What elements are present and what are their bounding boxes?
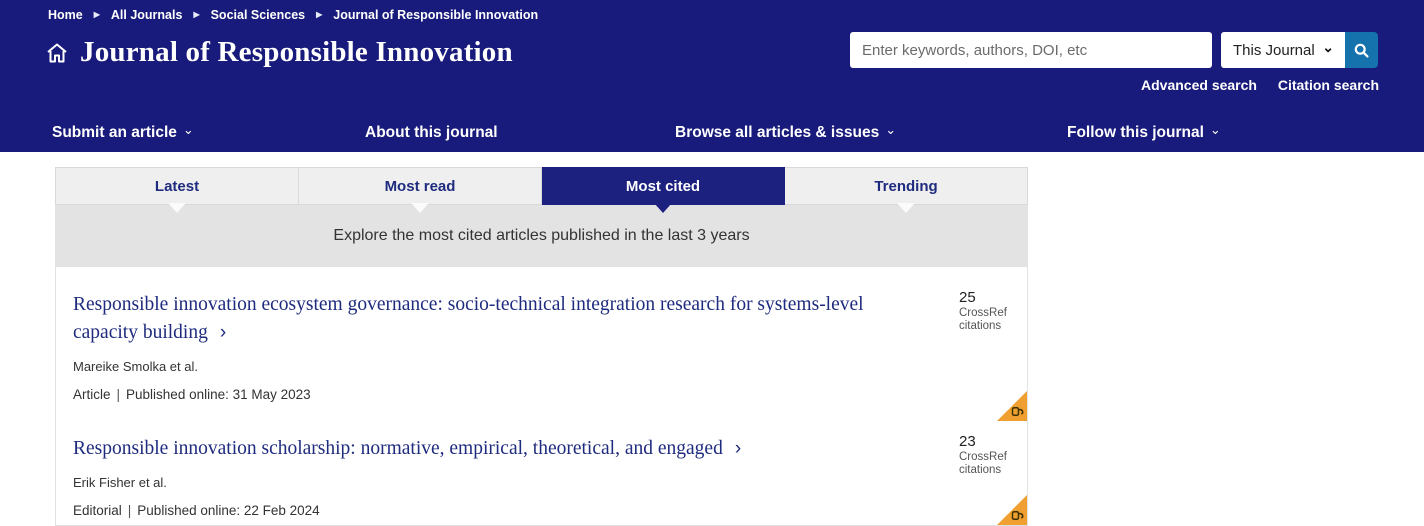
open-access-lock-icon	[1010, 404, 1025, 419]
article-published-date: Published online: 22 Feb 2024	[137, 503, 319, 518]
chevron-right-icon: ›	[220, 322, 226, 343]
article-row: Responsible innovation scholarship: norm…	[55, 421, 1028, 526]
tab-label: Most cited	[626, 178, 700, 195]
tab-label: Trending	[874, 178, 937, 195]
citation-search-link[interactable]: Citation search	[1278, 77, 1379, 93]
breadcrumb-current-page: Journal of Responsible Innovation	[333, 8, 538, 22]
nav-label: Follow this journal	[1067, 124, 1204, 142]
chevron-down-icon: ⌄	[885, 127, 896, 132]
search-button[interactable]	[1345, 32, 1378, 68]
search-links: Advanced search Citation search	[850, 77, 1379, 93]
article-type: Editorial	[73, 503, 122, 518]
article-authors: Erik Fisher et al.	[73, 475, 907, 490]
article-meta: Editorial | Published online: 22 Feb 2024	[73, 503, 907, 518]
chevron-down-icon: ⌄	[1210, 127, 1221, 132]
citations-source: CrossRef	[959, 451, 1015, 464]
journal-brand: Journal of Responsible Innovation	[45, 36, 513, 69]
article-title-link[interactable]: Responsible innovation ecosystem governa…	[73, 294, 864, 343]
header-main: Journal of Responsible Innovation This J…	[0, 24, 1424, 93]
article-title-link[interactable]: Responsible innovation scholarship: norm…	[73, 438, 741, 459]
home-icon[interactable]	[45, 41, 69, 65]
nav-browse-all-articles-issues[interactable]: Browse all articles & issues ⌄	[675, 114, 896, 152]
nav-label: About this journal	[365, 124, 498, 142]
nav-about-this-journal[interactable]: About this journal	[365, 114, 498, 152]
nav-label: Browse all articles & issues	[675, 124, 879, 142]
nav-label: Submit an article	[52, 124, 177, 142]
open-access-lock-icon	[1010, 508, 1025, 523]
citations-word: citations	[959, 464, 1015, 477]
tab-trending[interactable]: Trending	[785, 167, 1028, 205]
tab-most-cited[interactable]: Most cited	[542, 167, 785, 205]
tab-notch	[897, 203, 915, 213]
citations-badge: 23 CrossRef citations	[959, 435, 1015, 477]
advanced-search-link[interactable]: Advanced search	[1141, 77, 1257, 93]
citations-count: 25	[959, 291, 1015, 304]
nav-follow-this-journal[interactable]: Follow this journal ⌄	[1067, 114, 1221, 152]
breadcrumb-arrow-icon: ▶	[94, 11, 100, 19]
chevron-down-icon: ⌄	[1322, 44, 1334, 51]
search-area: This Journal ⌄	[850, 32, 1379, 93]
page: Home ▶ All Journals ▶ Social Sciences ▶ …	[0, 0, 1424, 526]
breadcrumb: Home ▶ All Journals ▶ Social Sciences ▶ …	[0, 0, 1424, 24]
citations-source: CrossRef	[959, 307, 1015, 320]
tab-notch	[411, 203, 429, 213]
search-scope-select[interactable]: This Journal ⌄	[1221, 32, 1345, 68]
tab-panel-description: Explore the most cited articles publishe…	[55, 205, 1028, 267]
breadcrumb-link-social-sciences[interactable]: Social Sciences	[211, 8, 306, 22]
article-title: Responsible innovation ecosystem governa…	[73, 294, 864, 343]
citations-badge: 25 CrossRef citations	[959, 291, 1015, 333]
site-header: Home ▶ All Journals ▶ Social Sciences ▶ …	[0, 0, 1424, 152]
main-nav: Submit an article ⌄ About this journal B…	[0, 114, 1424, 152]
search-scope-group: This Journal ⌄	[1221, 32, 1378, 68]
breadcrumb-arrow-icon: ▶	[193, 11, 199, 19]
article-title: Responsible innovation scholarship: norm…	[73, 438, 723, 459]
breadcrumb-link-all-journals[interactable]: All Journals	[111, 8, 183, 22]
search-scope-value: This Journal	[1233, 42, 1315, 59]
chevron-right-icon: ›	[735, 438, 741, 459]
chevron-down-icon: ⌄	[183, 127, 194, 132]
article-authors: Mareike Smolka et al.	[73, 359, 907, 374]
content-panel: Latest Most read Most cited Trending Exp…	[55, 167, 1028, 526]
meta-separator: |	[117, 387, 121, 402]
article-meta: Article | Published online: 31 May 2023	[73, 387, 907, 402]
journal-title: Journal of Responsible Innovation	[80, 36, 513, 69]
meta-separator: |	[128, 503, 132, 518]
tab-label: Latest	[155, 178, 199, 195]
breadcrumb-arrow-icon: ▶	[316, 11, 322, 19]
article-published-date: Published online: 31 May 2023	[126, 387, 311, 402]
article-type: Article	[73, 387, 111, 402]
article-row: Responsible innovation ecosystem governa…	[55, 267, 1028, 421]
tab-notch	[654, 203, 672, 213]
tab-label: Most read	[385, 178, 456, 195]
citations-count: 23	[959, 435, 1015, 448]
breadcrumb-link-home[interactable]: Home	[48, 8, 83, 22]
search-input[interactable]	[850, 32, 1212, 68]
tab-most-read[interactable]: Most read	[299, 167, 542, 205]
article-list: Responsible innovation ecosystem governa…	[55, 267, 1028, 526]
tab-bar: Latest Most read Most cited Trending	[55, 167, 1028, 205]
citations-word: citations	[959, 320, 1015, 333]
search-icon	[1353, 42, 1370, 59]
tab-notch	[168, 203, 186, 213]
nav-submit-an-article[interactable]: Submit an article ⌄	[52, 114, 194, 152]
tab-latest[interactable]: Latest	[55, 167, 299, 205]
